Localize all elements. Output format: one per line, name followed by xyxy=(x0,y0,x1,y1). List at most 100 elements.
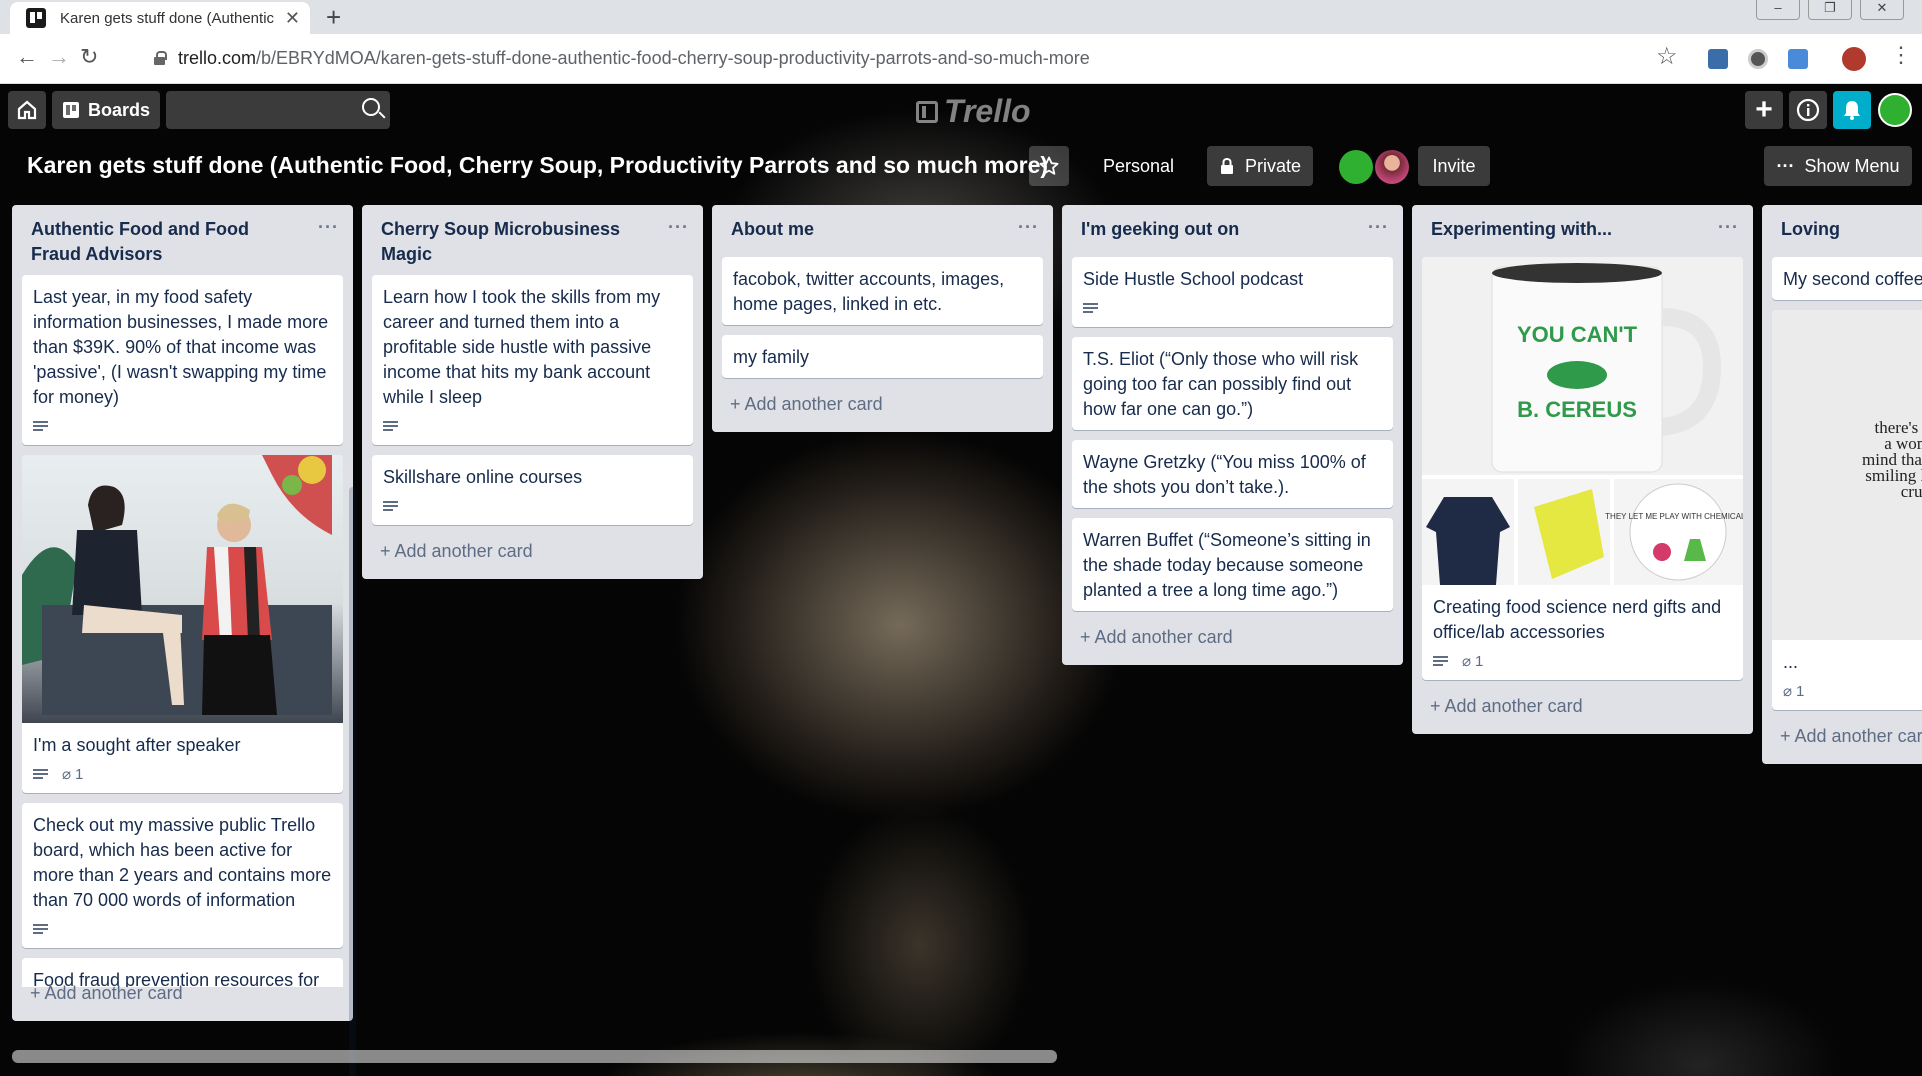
list-card[interactable]: My second coffee xyxy=(1772,257,1922,300)
trello-logo[interactable]: Trello xyxy=(916,93,1031,130)
trello-favicon-icon xyxy=(26,8,46,28)
privacy-button[interactable]: Private xyxy=(1207,146,1313,186)
speakers-photo xyxy=(22,455,343,723)
list-title[interactable]: I'm geeking out on ··· xyxy=(1062,205,1403,249)
list-card[interactable]: Check out my massive public Trello board… xyxy=(22,803,343,948)
description-icon xyxy=(383,420,398,432)
list-menu-icon[interactable]: ··· xyxy=(1718,215,1739,240)
member-avatar[interactable] xyxy=(1375,150,1409,184)
reload-icon[interactable]: ↻ xyxy=(80,44,98,70)
list-experimenting: Experimenting with... ··· YOU CAN'T B. CE… xyxy=(1412,205,1753,734)
info-button[interactable] xyxy=(1789,91,1827,129)
search-input[interactable] xyxy=(166,91,390,129)
close-window-button[interactable]: ✕ xyxy=(1860,0,1904,20)
list-card[interactable]: Side Hustle School podcast xyxy=(1072,257,1393,327)
list-card[interactable]: facobok, twitter accounts, images, home … xyxy=(722,257,1043,325)
trello-logo-icon xyxy=(916,100,938,123)
boards-button[interactable]: Boards xyxy=(52,91,160,129)
card-list: Side Hustle School podcast T.S. Eliot (“… xyxy=(1062,249,1403,611)
description-icon xyxy=(1083,302,1098,314)
home-button[interactable] xyxy=(8,91,46,129)
lock-icon xyxy=(1220,158,1233,174)
browser-tab[interactable]: Karen gets stuff done (Authentic ✕ xyxy=(10,2,310,34)
url-field[interactable]: trello.com/b/EBRYdMOA/karen-gets-stuff-d… xyxy=(178,48,1090,69)
list-card[interactable]: T.S. Eliot (“Only those who will risk go… xyxy=(1072,337,1393,430)
member-avatar[interactable] xyxy=(1339,150,1373,184)
list-authentic-food: Authentic Food and Food Fraud Advisors ··… xyxy=(12,205,356,1076)
list-card[interactable]: Last year, in my food safety information… xyxy=(22,275,343,445)
list-menu-icon[interactable]: ··· xyxy=(668,215,689,240)
list-card[interactable]: Wayne Gretzky (“You miss 100% of the sho… xyxy=(1072,440,1393,508)
maximize-button[interactable]: ❐ xyxy=(1808,0,1852,20)
list-card[interactable]: my family xyxy=(722,335,1043,378)
list-title[interactable]: Experimenting with... ··· xyxy=(1412,205,1753,249)
add-card-button[interactable]: + Add another card xyxy=(1062,621,1403,665)
list-title[interactable]: Authentic Food and Food Fraud Advisors ··… xyxy=(12,205,353,267)
list-loving: Loving··· My second coffee there's so a … xyxy=(1762,205,1922,764)
list-card[interactable]: there's so a woma mind that s smiling kn… xyxy=(1772,310,1922,710)
forward-arrow-icon[interactable]: → xyxy=(48,44,70,70)
list-title[interactable]: Loving··· xyxy=(1762,205,1922,249)
invite-button[interactable]: Invite xyxy=(1418,146,1490,186)
create-plus-button[interactable]: + xyxy=(1745,91,1783,129)
search-icon xyxy=(362,98,380,116)
list-title[interactable]: Cherry Soup Microbusiness Magic ··· xyxy=(362,205,703,267)
add-card-button[interactable]: + Add another card xyxy=(12,977,201,1021)
profile-avatar[interactable] xyxy=(1842,47,1866,71)
attachment-icon: ⌀ xyxy=(62,765,72,783)
board-horizontal-scrollbar[interactable] xyxy=(12,1050,1057,1063)
add-card-button[interactable]: + Add another card xyxy=(1412,690,1753,734)
boards-label: Boards xyxy=(87,99,150,120)
board-canvas: Boards Trello + Karen gets stuff done (A… xyxy=(0,85,1922,1076)
list-title[interactable]: About me ··· xyxy=(712,205,1053,249)
scrollbar-thumb[interactable] xyxy=(12,1050,1057,1063)
description-icon xyxy=(383,500,398,512)
card-list: Last year, in my food safety information… xyxy=(12,267,353,987)
description-icon xyxy=(33,768,48,780)
quote-image: there's so a woma mind that s smiling kn… xyxy=(1772,310,1922,640)
team-visibility-button[interactable]: Personal xyxy=(1082,146,1195,186)
add-card-button[interactable]: + Add another card xyxy=(362,535,703,579)
svg-text:B. CEREUS: B. CEREUS xyxy=(1517,397,1637,422)
trello-header: Boards Trello + xyxy=(0,85,1922,135)
browser-menu-icon[interactable]: ⋮ xyxy=(1890,42,1912,68)
list-scrollbar[interactable] xyxy=(349,487,356,1076)
browser-tabstrip: Karen gets stuff done (Authentic ✕ + – ❐… xyxy=(0,0,1922,34)
card-list: YOU CAN'T B. CEREUS THEY LET ME PLAY WIT… xyxy=(1412,249,1753,680)
extension-icon[interactable] xyxy=(1708,49,1728,69)
list-card[interactable]: Warren Buffet (“Someone’s sitting in the… xyxy=(1072,518,1393,611)
add-card-button[interactable]: + Add another card xyxy=(712,388,1053,432)
svg-text:THEY LET ME PLAY WITH CHEMICAL: THEY LET ME PLAY WITH CHEMICALS xyxy=(1605,512,1743,521)
attachment-count: 1 xyxy=(1475,652,1484,670)
notifications-button[interactable] xyxy=(1833,91,1871,129)
list-menu-icon[interactable]: ··· xyxy=(318,215,339,240)
bookmark-star-icon[interactable]: ☆ xyxy=(1656,42,1678,71)
member-avatar[interactable] xyxy=(1878,93,1912,127)
home-icon xyxy=(17,100,37,120)
list-card[interactable]: Learn how I took the skills from my care… xyxy=(372,275,693,445)
board-title[interactable]: Karen gets stuff done (Authentic Food, C… xyxy=(27,152,1048,179)
list-card[interactable]: I'm a sought after speaker ⌀ 1 xyxy=(22,455,343,793)
more-dots-icon: ··· xyxy=(1776,155,1795,176)
close-tab-icon[interactable]: ✕ xyxy=(285,8,300,29)
extension-icon[interactable] xyxy=(1788,49,1808,69)
boards-icon xyxy=(62,102,79,118)
minimize-button[interactable]: – xyxy=(1756,0,1800,20)
add-card-button[interactable]: + Add another car xyxy=(1762,720,1922,764)
svg-text:YOU CAN'T: YOU CAN'T xyxy=(1517,322,1638,347)
list-about-me: About me ··· facobok, twitter accounts, i… xyxy=(712,205,1053,432)
star-board-button[interactable] xyxy=(1029,146,1069,186)
list-card[interactable]: YOU CAN'T B. CEREUS THEY LET ME PLAY WIT… xyxy=(1422,257,1743,680)
show-menu-button[interactable]: ··· Show Menu xyxy=(1764,146,1912,186)
list-menu-icon[interactable]: ··· xyxy=(1368,215,1389,240)
description-icon xyxy=(33,923,48,935)
lock-icon xyxy=(154,51,167,65)
back-arrow-icon[interactable]: ← xyxy=(16,44,38,70)
new-tab-button[interactable]: + xyxy=(326,2,341,33)
list-card[interactable]: Skillshare online courses xyxy=(372,455,693,525)
list-geeking-out: I'm geeking out on ··· Side Hustle School… xyxy=(1062,205,1403,665)
address-bar: ← → ↻ trello.com/b/EBRYdMOA/karen-gets-s… xyxy=(0,34,1922,84)
list-menu-icon[interactable]: ··· xyxy=(1018,215,1039,240)
extension-icon[interactable] xyxy=(1748,49,1768,69)
description-icon xyxy=(33,420,48,432)
